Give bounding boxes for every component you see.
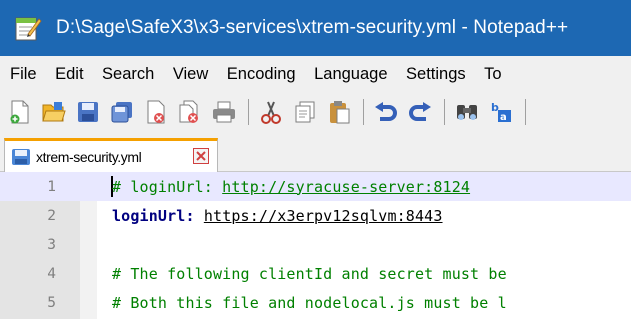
editor-line-4[interactable]: 4 # The following clientId and secret mu… [0, 259, 631, 288]
tab-bar: xtrem-security.yml [0, 132, 631, 172]
save-all-icon[interactable] [108, 98, 136, 126]
yaml-key: loginUrl: [112, 206, 195, 225]
toolbar-separator [525, 99, 526, 125]
replace-icon[interactable]: ba [487, 98, 515, 126]
editor[interactable]: 1 # loginUrl: http://syracuse-server:812… [0, 172, 631, 319]
redo-icon[interactable] [406, 98, 434, 126]
menu-settings[interactable]: Settings [398, 65, 476, 84]
close-tab-icon[interactable] [193, 148, 209, 164]
menu-file[interactable]: File [2, 65, 47, 84]
paste-icon[interactable] [325, 98, 353, 126]
toolbar-separator [363, 99, 364, 125]
comment-text: # loginUrl: [112, 177, 223, 196]
menu-language[interactable]: Language [306, 65, 398, 84]
svg-text:b: b [491, 101, 499, 114]
menu-encoding[interactable]: Encoding [219, 65, 306, 84]
code-line: # Both this file and nodelocal.js must b… [112, 293, 507, 312]
toolbar-separator [444, 99, 445, 125]
toolbar-separator [248, 99, 249, 125]
new-file-icon[interactable] [6, 98, 34, 126]
window-title: D:\Sage\SafeX3\x3-services\xtrem-securit… [56, 17, 569, 38]
editor-line-3[interactable]: 3 [0, 230, 631, 259]
code-line: loginUrl: https://x3erpv12sqlvm:8443 [112, 207, 443, 225]
saved-file-icon [12, 148, 30, 165]
close-all-icon[interactable] [176, 98, 204, 126]
cut-icon[interactable] [257, 98, 285, 126]
yaml-separator [195, 207, 204, 225]
editor-line-5[interactable]: 5 # Both this file and nodelocal.js must… [0, 288, 631, 317]
copy-icon[interactable] [291, 98, 319, 126]
notepadpp-icon [15, 17, 42, 41]
close-icon[interactable] [142, 98, 170, 126]
editor-line-2[interactable]: 2 loginUrl: https://x3erpv12sqlvm:8443 [0, 201, 631, 230]
title-bar[interactable]: D:\Sage\SafeX3\x3-services\xtrem-securit… [0, 0, 631, 56]
url-link[interactable]: https://x3erpv12sqlvm:8443 [204, 207, 443, 225]
print-icon[interactable] [210, 98, 238, 126]
code-line: # loginUrl: http://syracuse-server:8124 [112, 178, 470, 196]
menu-bar: File Edit Search View Encoding Language … [0, 56, 631, 92]
line-number: 3 [47, 236, 56, 253]
menu-edit[interactable]: Edit [47, 65, 94, 84]
menu-search[interactable]: Search [94, 65, 165, 84]
save-icon[interactable] [74, 98, 102, 126]
svg-text:a: a [500, 112, 507, 123]
line-number: 4 [47, 265, 56, 282]
menu-view[interactable]: View [165, 65, 219, 84]
line-number: 1 [47, 178, 56, 195]
editor-line-1[interactable]: 1 # loginUrl: http://syracuse-server:812… [0, 172, 631, 201]
tab-xtrem-security[interactable]: xtrem-security.yml [4, 138, 218, 172]
code-line: # The following clientId and secret must… [112, 264, 507, 283]
find-icon[interactable] [453, 98, 481, 126]
line-number: 2 [47, 207, 56, 224]
line-number: 5 [47, 294, 56, 311]
url-link[interactable]: http://syracuse-server:8124 [222, 178, 470, 196]
open-file-icon[interactable] [40, 98, 68, 126]
tab-label: xtrem-security.yml [36, 148, 142, 165]
undo-icon[interactable] [372, 98, 400, 126]
menu-tools[interactable]: To [476, 65, 512, 84]
toolbar: ba [0, 92, 631, 132]
